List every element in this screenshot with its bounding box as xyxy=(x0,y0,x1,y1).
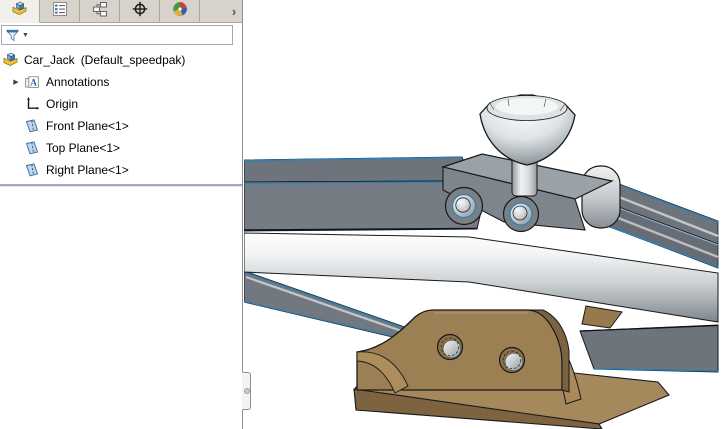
tree-item-label: Right Plane<1> xyxy=(46,163,129,177)
tree-item-right-plane[interactable]: Right Plane<1> xyxy=(0,159,242,181)
panel-tab-bar: › xyxy=(0,0,242,23)
expander-arrow-icon[interactable]: ▶ xyxy=(8,78,24,86)
assembly-tree-icon xyxy=(11,1,28,22)
tree-item-front-plane[interactable]: Front Plane<1> xyxy=(0,115,242,137)
property-list-icon xyxy=(52,1,68,22)
tab-featuremanager[interactable] xyxy=(0,0,40,23)
base-hole-right[interactable] xyxy=(498,346,526,374)
featuremanager-panel: › ▼ Car_Jack (Default_speedpak) ▶ A Anno… xyxy=(0,0,251,429)
tree-item-label: Front Plane<1> xyxy=(46,119,129,133)
rear-left-arm[interactable] xyxy=(243,156,472,183)
tab-overflow-chevron[interactable]: › xyxy=(227,0,241,22)
dimxpert-target-icon xyxy=(132,1,148,22)
lower-right-arm[interactable] xyxy=(579,324,719,373)
tree-item-assembly-root[interactable]: Car_Jack (Default_speedpak) xyxy=(0,49,242,71)
tree-item-annotations[interactable]: ▶ A Annotations xyxy=(0,71,242,93)
pin-joint-right[interactable] xyxy=(502,195,540,233)
origin-axes-icon xyxy=(24,96,41,112)
base-hole-left[interactable] xyxy=(436,333,464,361)
filter-input[interactable] xyxy=(29,26,232,44)
dropdown-caret-icon[interactable]: ▼ xyxy=(22,32,29,39)
tree-item-label: Origin xyxy=(46,97,79,111)
graphics-area[interactable] xyxy=(243,0,722,429)
tab-configurationmanager[interactable] xyxy=(80,0,120,22)
tree-item-top-plane[interactable]: Top Plane<1> xyxy=(0,137,242,159)
plane-icon xyxy=(24,118,41,134)
tree-item-label: Annotations xyxy=(46,75,110,89)
tree-item-label: Top Plane<1> xyxy=(46,141,121,155)
configurations-icon xyxy=(92,1,108,22)
solidworks-window: › ▼ Car_Jack (Default_speedpak) ▶ A Anno… xyxy=(0,0,722,429)
plane-icon xyxy=(24,140,41,156)
funnel-filter-icon[interactable] xyxy=(5,28,20,43)
tree-rollback-bar[interactable] xyxy=(0,184,242,187)
display-appearance-icon xyxy=(172,1,188,22)
model-canvas[interactable] xyxy=(243,0,722,429)
svg-text:A: A xyxy=(30,78,37,88)
splitter-grip-dot xyxy=(243,388,250,394)
assembly-icon xyxy=(2,52,19,68)
tree-item-origin[interactable]: Origin xyxy=(0,93,242,115)
pin-joint-left[interactable] xyxy=(444,186,484,226)
panel-splitter-handle[interactable] xyxy=(242,372,251,410)
annotations-icon: A xyxy=(24,74,41,90)
feature-tree: Car_Jack (Default_speedpak) ▶ A Annotatio… xyxy=(0,45,242,187)
tab-propertymanager[interactable] xyxy=(40,0,80,22)
tab-dimxpertmanager[interactable] xyxy=(120,0,160,22)
tree-root-label: Car_Jack (Default_speedpak) xyxy=(24,53,186,67)
tab-displaymanager[interactable] xyxy=(160,0,200,22)
plane-icon xyxy=(24,162,41,178)
filter-bar[interactable]: ▼ xyxy=(1,25,233,45)
